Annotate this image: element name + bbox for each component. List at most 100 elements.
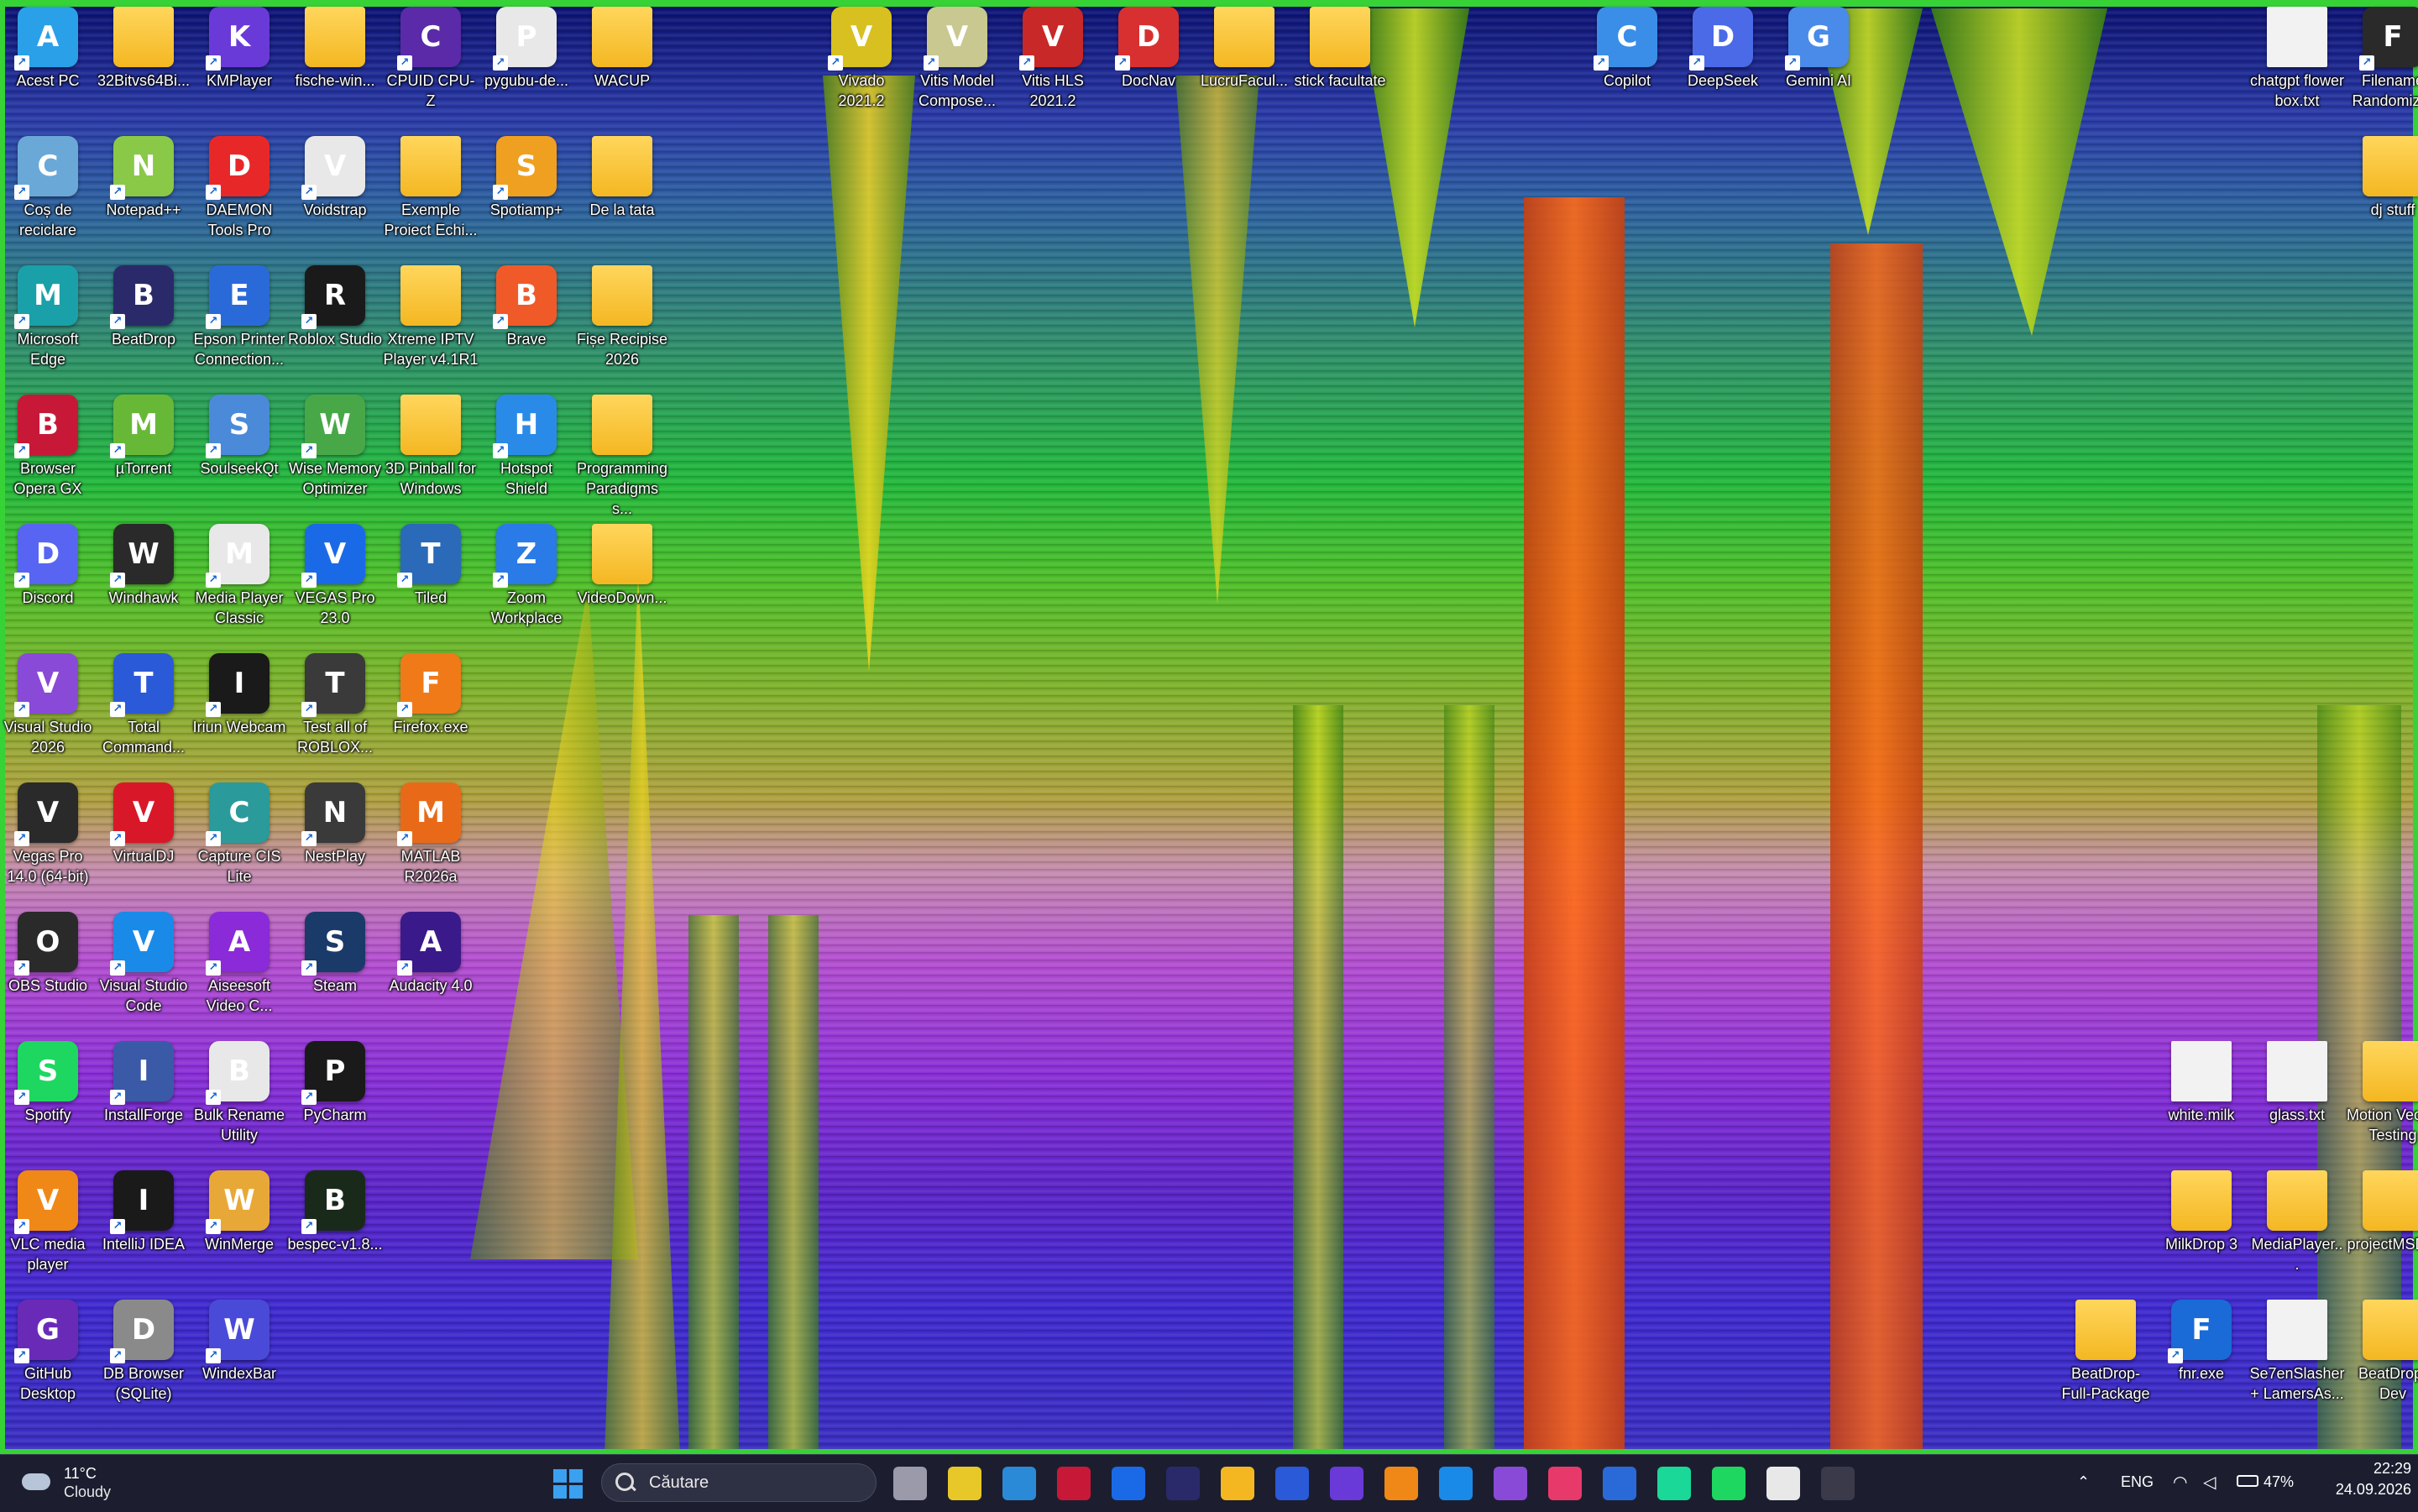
spotify-icon[interactable] bbox=[1712, 1467, 1745, 1500]
desktop-icon[interactable]: Z ↗ Zoom Workplace bbox=[479, 517, 574, 628]
desktop-icon[interactable]: D ↗ DeepSeek bbox=[1675, 0, 1771, 91]
taskbar-search-box[interactable]: Căutare bbox=[601, 1463, 877, 1502]
kmplayer-icon[interactable] bbox=[1330, 1467, 1363, 1500]
desktop-icon[interactable]: projectMSD... bbox=[2345, 1164, 2418, 1254]
desktop-icon[interactable]: B ↗ BeatDrop bbox=[96, 259, 191, 349]
desktop-icon[interactable]: 3D Pinball for Windows bbox=[383, 388, 479, 499]
desktop-icon[interactable]: V ↗ VirtualDJ bbox=[96, 776, 191, 866]
desktop-icon[interactable]: D ↗ DocNav bbox=[1101, 0, 1196, 91]
desktop-icon[interactable]: I ↗ InstallForge bbox=[96, 1034, 191, 1125]
desktop-icon[interactable]: V ↗ VLC media player bbox=[0, 1164, 96, 1274]
desktop-icon[interactable]: W ↗ Wise Memory Optimizer bbox=[287, 388, 383, 499]
desktop-icon[interactable]: V ↗ Vegas Pro 14.0 (64-bit) bbox=[0, 776, 96, 887]
desktop-icon[interactable]: D ↗ DB Browser (SQLite) bbox=[96, 1293, 191, 1404]
desktop-icon[interactable]: G ↗ GitHub Desktop bbox=[0, 1293, 96, 1404]
desktop-icon[interactable]: I ↗ Iriun Webcam bbox=[191, 646, 287, 737]
desktop-icon[interactable]: A ↗ Aiseesoft Video C... bbox=[191, 905, 287, 1016]
desktop-icon[interactable]: Xtreme IPTV Player v4.1R1 bbox=[383, 259, 479, 369]
desktop-icon[interactable]: D ↗ DAEMON Tools Pro bbox=[191, 129, 287, 240]
desktop-icon[interactable]: BeatDrop-Full-Package bbox=[2058, 1293, 2154, 1404]
chatgpt-icon[interactable] bbox=[1766, 1467, 1800, 1500]
desktop-icon[interactable]: N ↗ NestPlay bbox=[287, 776, 383, 866]
desktop-icon[interactable]: W ↗ WinMerge bbox=[191, 1164, 287, 1254]
desktop-icon[interactable]: H ↗ Hotspot Shield bbox=[479, 388, 574, 499]
tray-overflow-chevron-icon[interactable]: ⌃ bbox=[2077, 1473, 2090, 1491]
desktop-icon[interactable]: M ↗ Media Player Classic bbox=[191, 517, 287, 628]
desktop-icon[interactable]: S ↗ Spotiamp+ bbox=[479, 129, 574, 220]
desktop-icon[interactable]: P ↗ PyCharm bbox=[287, 1034, 383, 1125]
total-commander-icon[interactable] bbox=[1275, 1467, 1309, 1500]
task-view-icon[interactable] bbox=[893, 1467, 927, 1500]
desktop-icon[interactable]: E ↗ Epson Printer Connection... bbox=[191, 259, 287, 369]
desktop-icon[interactable]: V ↗ VEGAS Pro 23.0 bbox=[287, 517, 383, 628]
desktop-icon[interactable]: WACUP bbox=[574, 0, 670, 91]
desktop-icon[interactable]: B ↗ Brave bbox=[479, 259, 574, 349]
opera-gx-icon[interactable] bbox=[1057, 1467, 1091, 1500]
desktop-icon[interactable]: F ↗ Firefox.exe bbox=[383, 646, 479, 737]
vitis-icon[interactable] bbox=[1002, 1467, 1036, 1500]
pycharm-icon[interactable] bbox=[1657, 1467, 1691, 1500]
desktop-icon[interactable]: C ↗ Coș de reciclare bbox=[0, 129, 96, 240]
desktop-icon[interactable]: white.milk bbox=[2154, 1034, 2249, 1125]
file-explorer-icon[interactable] bbox=[1221, 1467, 1254, 1500]
desktop-icon[interactable]: V ↗ Vivado 2021.2 bbox=[814, 0, 909, 111]
desktop-icon[interactable]: R ↗ Roblox Studio bbox=[287, 259, 383, 349]
desktop-icon[interactable]: M ↗ Microsoft Edge bbox=[0, 259, 96, 369]
desktop-icon[interactable]: O ↗ OBS Studio bbox=[0, 905, 96, 996]
desktop-icon[interactable]: stick facultate bbox=[1292, 0, 1388, 91]
desktop-icon[interactable]: T ↗ Tiled bbox=[383, 517, 479, 608]
desktop-icon[interactable]: V ↗ Visual Studio Code bbox=[96, 905, 191, 1016]
desktop-icon[interactable]: F ↗ fnr.exe bbox=[2154, 1293, 2249, 1384]
desktop-icon[interactable]: chatgpt flower box.txt bbox=[2249, 0, 2345, 111]
vscode-icon[interactable] bbox=[1439, 1467, 1473, 1500]
vlc-icon[interactable] bbox=[1384, 1467, 1418, 1500]
battery-icon[interactable] bbox=[2237, 1475, 2258, 1487]
desktop-icon[interactable]: W ↗ Windhawk bbox=[96, 517, 191, 608]
desktop-icon[interactable]: D ↗ Discord bbox=[0, 517, 96, 608]
desktop-icon[interactable]: N ↗ Notepad++ bbox=[96, 129, 191, 220]
desktop-icon[interactable]: G ↗ Gemini AI bbox=[1771, 0, 1866, 91]
desktop-icon[interactable]: P ↗ pygubu-de... bbox=[479, 0, 574, 91]
desktop-icon[interactable]: S ↗ Spotify bbox=[0, 1034, 96, 1125]
wifi-icon[interactable]: ◠ bbox=[2173, 1472, 2187, 1492]
desktop-icon[interactable]: T ↗ Test all of ROBLOX... bbox=[287, 646, 383, 757]
desktop-icon[interactable]: V ↗ Vitis HLS 2021.2 bbox=[1005, 0, 1101, 111]
desktop-icon[interactable]: S ↗ Steam bbox=[287, 905, 383, 996]
language-indicator[interactable]: ENG bbox=[2121, 1473, 2154, 1491]
desktop-icon[interactable]: LucruFacul... bbox=[1196, 0, 1292, 91]
desktop-icon[interactable]: C ↗ Copilot bbox=[1579, 0, 1675, 91]
desktop-icon[interactable]: B ↗ Bulk Rename Utility bbox=[191, 1034, 287, 1145]
desktop-icon[interactable]: Motion Vector Testing bbox=[2345, 1034, 2418, 1145]
desktop-icon[interactable]: Fișe Recipise 2026 bbox=[574, 259, 670, 369]
visual-studio-icon[interactable] bbox=[1494, 1467, 1527, 1500]
desktop-icon[interactable]: dj stuff bbox=[2345, 129, 2418, 220]
desktop-icon[interactable]: V ↗ Voidstrap bbox=[287, 129, 383, 220]
desktop-icon[interactable]: MediaPlayer... bbox=[2249, 1164, 2345, 1274]
desktop-icon[interactable]: C ↗ Capture CIS Lite bbox=[191, 776, 287, 887]
desktop-icon[interactable]: A ↗ Audacity 4.0 bbox=[383, 905, 479, 996]
desktop-icon[interactable]: B ↗ Browser Opera GX bbox=[0, 388, 96, 499]
clock[interactable]: 22:29 24.09.2026 bbox=[2331, 1460, 2411, 1499]
desktop-icon[interactable]: F↗Filename Randomizer bbox=[2345, 0, 2418, 111]
desktop-icon[interactable]: M ↗ MATLAB R2026a bbox=[383, 776, 479, 887]
desktop-icon[interactable]: Μ ↗ µTorrent bbox=[96, 388, 191, 479]
desktop-icon[interactable]: glass.txt bbox=[2249, 1034, 2345, 1125]
desktop-icon[interactable]: V ↗ Visual Studio 2026 bbox=[0, 646, 96, 757]
desktop-icon[interactable]: Se7enSlasher + LamersAs... bbox=[2249, 1293, 2345, 1404]
desktop-icon[interactable]: A ↗ Acest PC bbox=[0, 0, 96, 91]
desktop-icon[interactable]: fische-win... bbox=[287, 0, 383, 91]
desktop-icon[interactable]: I ↗ IntelliJ IDEA bbox=[96, 1164, 191, 1254]
desktop-icon[interactable]: MilkDrop 3 bbox=[2154, 1164, 2249, 1254]
desktop-icon[interactable]: BeatDrop-Dev bbox=[2345, 1293, 2418, 1404]
desktop-icon[interactable]: V ↗ Vitis Model Compose... bbox=[909, 0, 1005, 111]
volume-icon[interactable]: ◁ bbox=[2203, 1472, 2216, 1492]
vegas-icon[interactable] bbox=[1112, 1467, 1145, 1500]
desktop-icon[interactable]: De la tata bbox=[574, 129, 670, 220]
terminal-icon[interactable] bbox=[1821, 1467, 1855, 1500]
intellij-icon[interactable] bbox=[1548, 1467, 1582, 1500]
desktop-icon[interactable]: W ↗ WindexBar bbox=[191, 1293, 287, 1384]
desktop-icon[interactable]: B ↗ bespec-v1.8... bbox=[287, 1164, 383, 1254]
desktop-icon[interactable]: S ↗ SoulseekQt bbox=[191, 388, 287, 479]
start-icon[interactable] bbox=[551, 1467, 584, 1500]
desktop-icon[interactable]: 32Bitvs64Bi... bbox=[96, 0, 191, 91]
